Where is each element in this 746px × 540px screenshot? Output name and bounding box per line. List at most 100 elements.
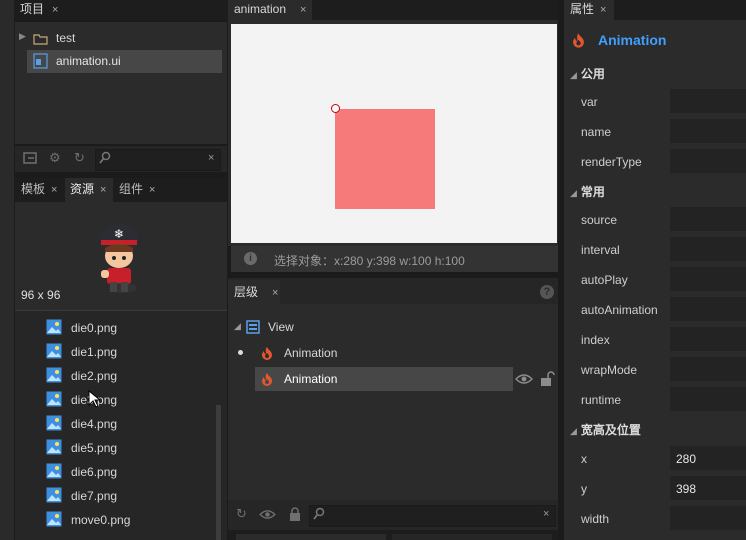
- bottom-tab[interactable]: [392, 534, 552, 540]
- section-size-position[interactable]: ◢ 宽高及位置: [570, 421, 641, 438]
- image-file-icon: [46, 415, 62, 431]
- search-icon: [99, 151, 111, 169]
- property-value: 280: [676, 452, 697, 466]
- property-label: source: [581, 213, 618, 227]
- property-label: autoPlay: [581, 273, 628, 287]
- close-icon[interactable]: ×: [100, 184, 106, 196]
- close-icon[interactable]: ×: [51, 184, 57, 196]
- property-label: width: [581, 512, 610, 526]
- file-name: move0.png: [71, 513, 131, 527]
- layer-item-label[interactable]: Animation: [284, 346, 337, 360]
- info-icon: i: [244, 252, 257, 265]
- property-label: autoAnimation: [581, 303, 658, 317]
- property-input[interactable]: [670, 506, 746, 530]
- tab-components[interactable]: 组件 ×: [115, 180, 159, 200]
- tab-resources-label: 资源: [70, 182, 95, 196]
- property-label: name: [581, 125, 612, 139]
- file-name: die5.png: [71, 441, 118, 455]
- layers-search-input[interactable]: [309, 505, 556, 527]
- tab-resources[interactable]: 资源 ×: [66, 180, 110, 200]
- property-input[interactable]: [670, 267, 746, 291]
- clear-search-icon[interactable]: ×: [543, 508, 549, 520]
- property-input[interactable]: [670, 357, 746, 381]
- property-label: y: [581, 482, 587, 496]
- property-input[interactable]: [670, 89, 746, 113]
- folder-icon: [33, 31, 48, 45]
- scrollbar-thumb[interactable]: [216, 405, 221, 540]
- bottom-tab[interactable]: [236, 534, 386, 540]
- selection-status: 选择对象：x:280 y:398 w:100 h:100: [274, 254, 465, 268]
- tab-templates[interactable]: 模板 ×: [17, 180, 61, 200]
- property-input[interactable]: [670, 119, 746, 143]
- layer-view-label[interactable]: View: [268, 320, 294, 334]
- preview-size: 96 x 96: [21, 288, 61, 302]
- layer-item-label-selected[interactable]: Animation: [284, 372, 337, 386]
- close-icon[interactable]: ×: [600, 4, 606, 16]
- ui-file-icon: [33, 53, 48, 69]
- lock-icon[interactable]: [289, 507, 301, 525]
- tab-layers-label: 层级: [234, 285, 259, 299]
- section-size-position-label: 宽高及位置: [580, 423, 641, 437]
- property-label: runtime: [581, 393, 622, 407]
- close-icon[interactable]: ×: [52, 4, 58, 16]
- property-input[interactable]: [670, 149, 746, 173]
- section-common-label: 公用: [580, 67, 605, 81]
- close-icon[interactable]: ×: [272, 287, 278, 299]
- property-input[interactable]: [670, 387, 746, 411]
- property-label: index: [581, 333, 610, 347]
- property-label: x: [581, 452, 587, 466]
- property-input[interactable]: [670, 297, 746, 321]
- property-input[interactable]: [670, 207, 746, 231]
- character-sprite-preview: ❄: [95, 218, 145, 298]
- pivot-handle[interactable]: [331, 104, 340, 113]
- flame-icon: [572, 32, 585, 51]
- tab-properties[interactable]: 属性 ×: [566, 0, 610, 20]
- file-name: die1.png: [71, 345, 118, 359]
- tab-templates-label: 模板: [21, 182, 46, 196]
- property-value: 398: [676, 482, 697, 496]
- property-label: interval: [581, 243, 620, 257]
- tab-layers[interactable]: 层级 ×: [230, 283, 282, 303]
- tree-file-label[interactable]: animation.ui: [56, 54, 121, 68]
- view-icon: [246, 320, 260, 337]
- image-file-icon: [46, 463, 62, 479]
- image-file-icon: [46, 487, 62, 503]
- section-frequent-label: 常用: [580, 185, 605, 199]
- section-common[interactable]: ◢ 公用: [570, 65, 605, 82]
- search-icon: [313, 507, 325, 525]
- animation-box[interactable]: [335, 109, 435, 209]
- tab-project-label: 项目: [20, 2, 45, 16]
- unlock-icon[interactable]: [539, 371, 555, 390]
- eye-icon[interactable]: [514, 373, 534, 388]
- help-icon[interactable]: ?: [540, 285, 554, 299]
- property-input[interactable]: [670, 237, 746, 261]
- svg-text:❄: ❄: [114, 227, 124, 241]
- property-label: wrapMode: [581, 363, 638, 377]
- left-edge-strip: [0, 0, 14, 540]
- tree-folder-label[interactable]: test: [56, 31, 75, 45]
- tab-properties-label: 属性: [570, 2, 595, 16]
- property-label: var: [581, 95, 598, 109]
- image-file-icon: [46, 343, 62, 359]
- tab-project[interactable]: 项目 ×: [16, 0, 62, 20]
- refresh-icon[interactable]: ↻: [74, 150, 85, 166]
- section-frequent[interactable]: ◢ 常用: [570, 183, 605, 200]
- expand-arrow-icon[interactable]: ◢: [234, 321, 241, 332]
- image-file-icon: [46, 319, 62, 335]
- file-name: die7.png: [71, 489, 118, 503]
- tab-editor-label: animation: [234, 2, 287, 16]
- project-search-input[interactable]: [95, 149, 221, 171]
- refresh-icon[interactable]: ↻: [236, 506, 247, 522]
- close-icon[interactable]: ×: [149, 184, 155, 196]
- eye-icon[interactable]: [259, 509, 276, 523]
- collapse-icon[interactable]: [23, 151, 37, 169]
- property-input[interactable]: [670, 327, 746, 351]
- close-icon[interactable]: ×: [300, 4, 306, 16]
- file-name: die0.png: [71, 321, 118, 335]
- tab-components-label: 组件: [119, 182, 144, 196]
- image-file-icon: [46, 511, 62, 527]
- tab-editor[interactable]: animation ×: [230, 0, 310, 20]
- expand-arrow-icon[interactable]: ▶: [19, 31, 26, 42]
- gear-icon[interactable]: ⚙: [49, 150, 61, 166]
- clear-search-icon[interactable]: ×: [208, 152, 214, 164]
